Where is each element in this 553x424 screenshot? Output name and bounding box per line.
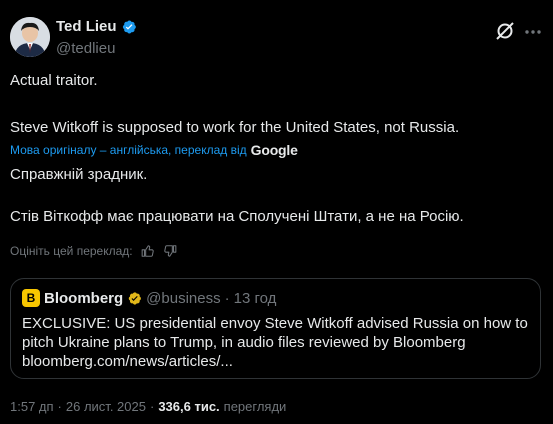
quoted-post-text: EXCLUSIVE: US presidential envoy Steve W… [22,314,530,371]
verified-badge-icon [122,20,136,33]
more-options-button[interactable] [523,22,543,42]
post-date[interactable]: 26 лист. 2025 [66,399,146,414]
more-options-icon [525,30,541,34]
post-text-line-1: Actual traitor. [10,72,98,89]
quoted-time[interactable]: 13 год [234,290,277,307]
views-count[interactable]: 336,6 тис. [158,399,219,414]
meta-separator-2: · [149,399,155,414]
quoted-post-header: B Bloomberg @business · 13 год [22,289,276,307]
verified-badge-gold-icon [128,291,142,305]
quoted-text-line-1: EXCLUSIVE: US presidential envoy Steve W… [22,315,528,332]
translation-note[interactable]: Мова оригіналу – англійська, переклад ві… [10,142,298,158]
bloomberg-logo: B [22,289,40,307]
quoted-separator: · [224,289,230,307]
avatar[interactable] [10,17,50,57]
translated-text-line-1: Справжній зрадник. [10,166,148,183]
google-logo: Google [250,142,298,158]
thumbs-up-icon[interactable] [141,244,155,258]
post-meta: 1:57 дп · 26 лист. 2025 · 336,6 тис. пер… [10,399,286,414]
quoted-post[interactable]: B Bloomberg @business · 13 год EXCLUSIVE… [10,278,541,379]
grok-icon [496,22,514,40]
translation-note-text: Мова оригіналу – англійська, переклад ві… [10,143,247,157]
rate-translation-row: Оцініть цей переклад: [10,244,177,258]
translated-text-line-2: Стів Віткофф має працювати на Сполучені … [10,208,464,225]
quoted-author-name[interactable]: Bloomberg [44,290,123,307]
quoted-author-handle[interactable]: @business [146,290,220,307]
quoted-text-line-3: bloomberg.com/news/articles/... [22,353,233,370]
grok-button[interactable] [494,20,516,42]
quoted-text-line-2: pitch Ukraine plans to Trump, in audio f… [22,334,466,351]
thumbs-down-icon[interactable] [163,244,177,258]
meta-separator: · [57,399,62,414]
post-time[interactable]: 1:57 дп [10,399,54,414]
avatar-image [10,17,50,57]
author-name[interactable]: Ted Lieu [56,18,117,35]
author-handle[interactable]: @tedlieu [56,40,115,57]
rate-translation-label: Оцініть цей переклад: [10,244,133,258]
post-text-line-2: Steve Witkoff is supposed to work for th… [10,119,460,136]
author-name-row[interactable]: Ted Lieu [56,18,137,35]
views-label: перегляди [223,399,287,414]
